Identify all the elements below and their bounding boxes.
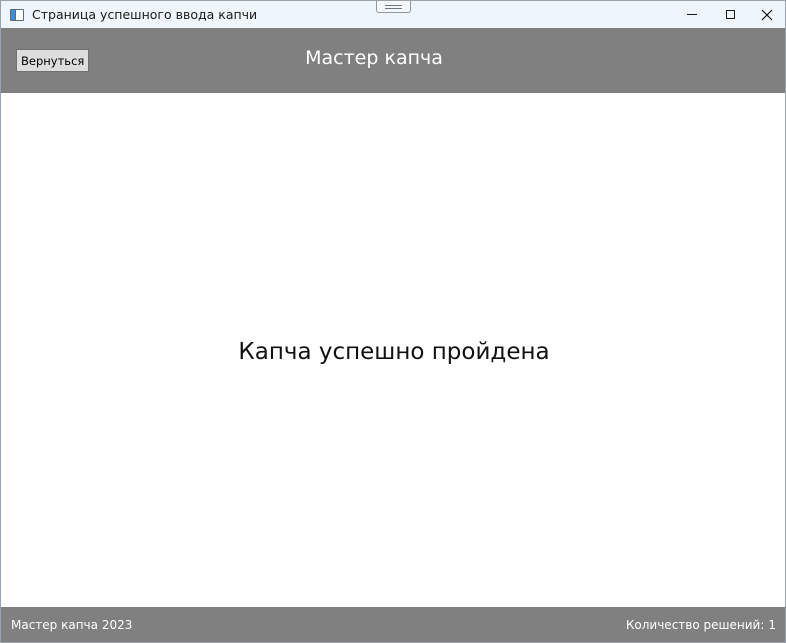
- solutions-counter: Количество решений: 1: [626, 618, 776, 632]
- page-title: Мастер капча: [305, 47, 443, 69]
- main-content: Капча успешно пройдена: [1, 93, 785, 607]
- solutions-count: 1: [768, 618, 776, 632]
- solutions-label: Количество решений:: [625, 618, 765, 632]
- footer-copyright: Мастер капча 2023: [11, 618, 133, 632]
- success-message: Капча успешно пройдена: [238, 339, 550, 365]
- app-window-icon: [10, 8, 24, 21]
- snap-handle-icon[interactable]: [376, 1, 411, 13]
- footer-bar: Мастер капча 2023 Количество решений: 1: [1, 607, 785, 642]
- minimize-icon: [687, 14, 697, 15]
- maximize-button[interactable]: [710, 1, 750, 28]
- maximize-icon: [725, 10, 735, 19]
- title-bar[interactable]: Страница успешного ввода капчи: [1, 1, 785, 28]
- close-button[interactable]: [747, 1, 785, 28]
- minimize-button[interactable]: [672, 1, 712, 28]
- header-bar: Вернуться Мастер капча: [1, 28, 785, 93]
- window-title: Страница успешного ввода капчи: [32, 7, 258, 22]
- app-window: Страница успешного ввода капчи Вернуться…: [0, 0, 786, 643]
- close-icon: [761, 9, 773, 20]
